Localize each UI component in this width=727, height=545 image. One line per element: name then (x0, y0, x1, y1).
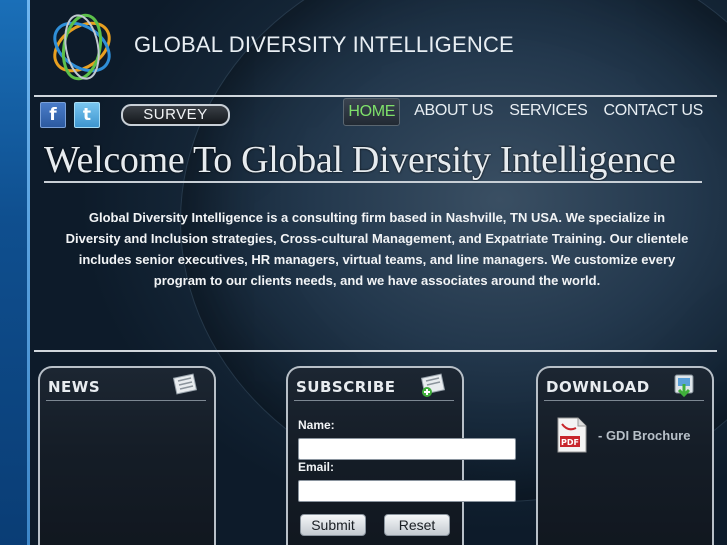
reset-button[interactable]: Reset (384, 514, 450, 536)
name-field[interactable] (298, 438, 516, 460)
logo-icon (53, 13, 111, 81)
newspaper-icon (172, 373, 198, 395)
news-title: NEWS (48, 378, 101, 396)
welcome-heading: Welcome To Global Diversity Intelligence (44, 139, 676, 181)
header-divider (34, 95, 717, 97)
email-label: Email: (298, 460, 335, 474)
pdf-icon: PDF (557, 417, 587, 453)
subscribe-panel: SUBSCRIBE Name: Email: Submit Reset (286, 366, 516, 545)
svg-text:PDF: PDF (561, 438, 579, 447)
brochure-label: - GDI Brochure (598, 427, 691, 443)
name-label: Name: (298, 418, 335, 432)
brochure-link[interactable]: PDF - GDI Brochure (556, 416, 690, 454)
newspaper-add-icon (420, 373, 446, 397)
left-blue-band (0, 0, 30, 545)
download-icon (674, 374, 694, 398)
download-panel: DOWNLOAD PDF - GDI Brochure (536, 366, 714, 545)
email-field[interactable] (298, 480, 516, 502)
nav-services[interactable]: SERVICES (501, 98, 595, 126)
nav-contact-us[interactable]: CONTACT US (595, 98, 711, 126)
facebook-icon[interactable]: f (40, 102, 66, 128)
intro-paragraph: Global Diversity Intelligence is a consu… (65, 210, 689, 288)
welcome-underline (44, 181, 702, 183)
news-divider (46, 400, 206, 401)
main-area: GLOBAL DIVERSITY INTELLIGENCE f t SURVEY… (30, 0, 727, 545)
main-nav: HOME ABOUT US SERVICES CONTACT US (343, 98, 711, 126)
section-divider (34, 350, 717, 352)
nav-home[interactable]: HOME (343, 98, 401, 126)
download-title: DOWNLOAD (546, 378, 650, 396)
submit-button[interactable]: Submit (300, 514, 366, 536)
subscribe-title: SUBSCRIBE (296, 378, 396, 396)
survey-button[interactable]: SURVEY (121, 104, 230, 126)
site-title: GLOBAL DIVERSITY INTELLIGENCE (134, 32, 514, 57)
subscribe-divider (294, 400, 454, 401)
nav-about-us[interactable]: ABOUT US (406, 98, 501, 126)
news-panel: NEWS (38, 366, 216, 545)
download-divider (544, 400, 704, 401)
twitter-icon[interactable]: t (74, 102, 100, 128)
